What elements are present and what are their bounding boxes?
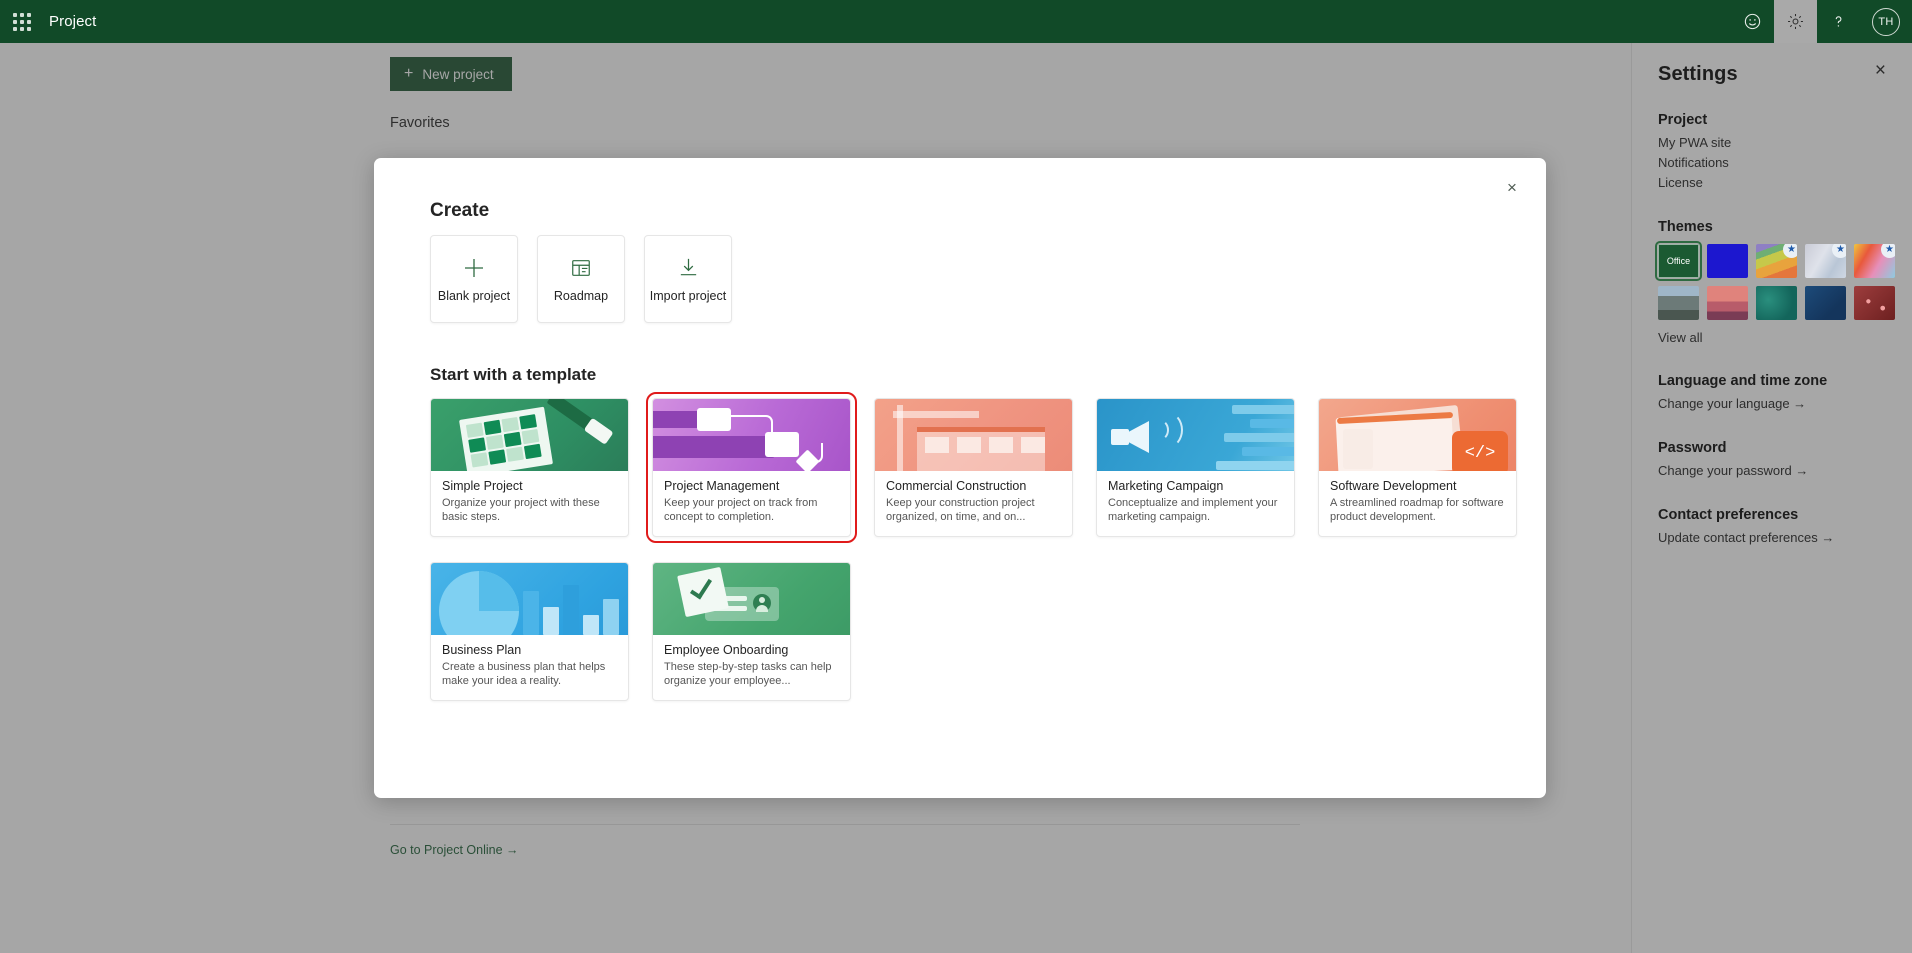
- plus-icon: [462, 256, 486, 280]
- theme-swatch-unicorn[interactable]: ★: [1854, 244, 1895, 278]
- template-card-simple-project[interactable]: Simple Project Organize your project wit…: [430, 398, 629, 537]
- settings-link-my-pwa-site[interactable]: My PWA site: [1658, 133, 1886, 153]
- template-description: Keep your construction project organized…: [886, 497, 1035, 523]
- smiley-icon[interactable]: [1731, 0, 1774, 43]
- section-heading: Themes: [1658, 219, 1713, 235]
- create-option-label: Roadmap: [553, 288, 609, 303]
- template-description: Keep your project on track from concept …: [664, 497, 818, 523]
- theme-swatch-light-swirl[interactable]: ★: [1805, 244, 1846, 278]
- template-name: Project Management: [664, 479, 780, 493]
- themes-grid: Office ★ ★ ★: [1655, 241, 1895, 320]
- template-thumbnail: [431, 399, 628, 471]
- import-project-button[interactable]: Import project: [644, 235, 732, 323]
- section-heading: Contact preferences: [1658, 507, 1799, 523]
- template-name: Employee Onboarding: [664, 643, 789, 657]
- settings-section-password: Password Change your password: [1658, 440, 1886, 481]
- settings-section-project: Project My PWA site Notifications Licens…: [1658, 112, 1886, 193]
- section-heading: Language and time zone: [1658, 373, 1828, 389]
- section-heading: Password: [1658, 440, 1727, 456]
- code-icon: </>: [1452, 431, 1508, 471]
- template-card-commercial-construction[interactable]: Commercial Construction Keep your constr…: [874, 398, 1073, 537]
- template-description: Create a business plan that helps make y…: [442, 661, 606, 687]
- template-name: Software Development: [1330, 479, 1457, 493]
- help-icon[interactable]: [1817, 0, 1860, 43]
- template-thumbnail: </>: [1319, 399, 1516, 471]
- settings-section-themes: Themes Office ★ ★ ★ View all: [1655, 219, 1895, 347]
- theme-swatch-teal-circuit[interactable]: [1756, 286, 1797, 320]
- close-icon[interactable]: ×: [1875, 61, 1886, 80]
- app-title[interactable]: Project: [49, 13, 96, 30]
- template-description: A streamlined roadmap for software produ…: [1330, 497, 1504, 523]
- update-contact-preferences-link[interactable]: Update contact preferences: [1658, 528, 1886, 548]
- avatar[interactable]: TH: [1860, 0, 1912, 43]
- create-heading: Create: [430, 200, 490, 221]
- settings-link-notifications[interactable]: Notifications: [1658, 153, 1886, 173]
- template-heading: Start with a template: [430, 365, 597, 384]
- premium-star-icon: ★: [1832, 244, 1846, 258]
- premium-star-icon: ★: [1783, 244, 1797, 258]
- create-option-label: Blank project: [437, 288, 511, 303]
- template-description: Organize your project with these basic s…: [442, 497, 600, 523]
- suite-bar-actions: TH: [1731, 0, 1912, 43]
- settings-section-contact: Contact preferences Update contact prefe…: [1658, 507, 1886, 548]
- template-name: Marketing Campaign: [1108, 479, 1224, 493]
- template-card-software-development[interactable]: </> Software Development A streamlined r…: [1318, 398, 1517, 537]
- template-card-business-plan[interactable]: Business Plan Create a business plan tha…: [430, 562, 629, 701]
- theme-swatch-palm-sunset[interactable]: [1707, 286, 1748, 320]
- suite-bar: Project TH: [0, 0, 1912, 43]
- template-thumbnail: [431, 563, 628, 635]
- template-thumbnail: [653, 563, 850, 635]
- create-options: Blank project Roadmap Import project: [430, 235, 1490, 323]
- settings-panel: Settings × Project My PWA site Notificat…: [1631, 43, 1912, 953]
- theme-swatch-dark-blue[interactable]: [1707, 244, 1748, 278]
- template-grid: Simple Project Organize your project wit…: [430, 392, 1517, 701]
- theme-swatch-mountain-road[interactable]: [1658, 286, 1699, 320]
- change-password-link[interactable]: Change your password: [1658, 461, 1886, 481]
- theme-swatch-blue-innovation[interactable]: [1805, 286, 1846, 320]
- template-card-employee-onboarding[interactable]: Employee Onboarding These step-by-step t…: [652, 562, 851, 701]
- page-title: Settings: [1658, 63, 1738, 85]
- create-blank-project-button[interactable]: Blank project: [430, 235, 518, 323]
- template-thumbnail: [653, 399, 850, 471]
- template-card-marketing-campaign[interactable]: Marketing Campaign Conceptualize and imp…: [1096, 398, 1295, 537]
- gear-icon[interactable]: [1774, 0, 1817, 43]
- roadmap-icon: [570, 256, 592, 280]
- template-description: These step-by-step tasks can help organi…: [664, 661, 832, 687]
- theme-swatch-rainbow-stripes[interactable]: ★: [1756, 244, 1797, 278]
- template-name: Commercial Construction: [886, 479, 1027, 493]
- download-icon: [677, 256, 700, 280]
- template-name: Business Plan: [442, 643, 522, 657]
- theme-label: Office: [1658, 244, 1699, 278]
- theme-swatch-office[interactable]: Office: [1655, 241, 1702, 281]
- change-language-link[interactable]: Change your language: [1658, 394, 1886, 414]
- themes-view-all-link[interactable]: View all: [1658, 330, 1703, 345]
- template-thumbnail: [875, 399, 1072, 471]
- template-card-project-management[interactable]: Project Management Keep your project on …: [646, 392, 857, 543]
- create-roadmap-button[interactable]: Roadmap: [537, 235, 625, 323]
- avatar-initials: TH: [1872, 7, 1900, 36]
- create-project-dialog: × Create Blank project Roadmap Import pr…: [374, 158, 1546, 798]
- settings-link-license[interactable]: License: [1658, 173, 1886, 193]
- close-icon[interactable]: ×: [1496, 172, 1528, 204]
- template-description: Conceptualize and implement your marketi…: [1108, 497, 1278, 523]
- settings-header: Settings ×: [1658, 61, 1886, 86]
- template-thumbnail: [1097, 399, 1294, 471]
- template-name: Simple Project: [442, 479, 523, 493]
- section-heading: Project: [1658, 112, 1708, 128]
- settings-section-language: Language and time zone Change your langu…: [1658, 373, 1886, 414]
- premium-star-icon: ★: [1881, 244, 1895, 258]
- create-option-label: Import project: [649, 288, 727, 303]
- theme-swatch-red-bokeh[interactable]: [1854, 286, 1895, 320]
- app-launcher-icon[interactable]: [0, 0, 43, 43]
